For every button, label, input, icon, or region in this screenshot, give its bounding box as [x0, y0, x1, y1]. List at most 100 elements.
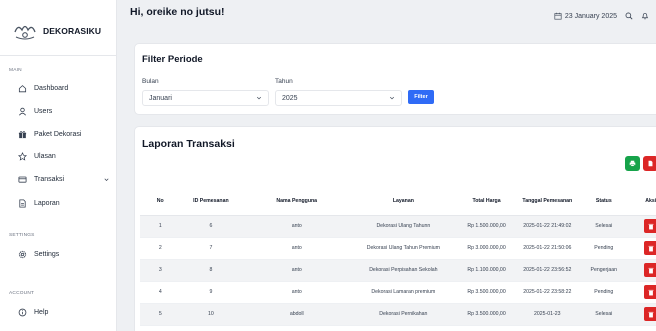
trash-icon	[648, 267, 654, 273]
filter-title: Filter Periode	[142, 54, 203, 65]
export-pdf-button[interactable]	[643, 156, 656, 171]
delete-button[interactable]	[643, 307, 656, 321]
cell-id: 7	[180, 237, 242, 260]
print-button[interactable]	[625, 156, 640, 171]
star-icon	[18, 152, 27, 161]
cell-id: 9	[180, 281, 242, 304]
cell-total: Rp 3.000.000,00	[454, 237, 519, 260]
column-header-user: Nama Pengguna	[241, 187, 353, 216]
month-select[interactable]: Januari	[142, 90, 269, 106]
table-header-row: No ID Pemesanan Nama Pengguna Layanan To…	[140, 187, 656, 216]
cell-no: 4	[140, 281, 181, 304]
brand[interactable]: DEKORASIKU	[13, 22, 101, 40]
card-icon	[18, 176, 27, 183]
cell-id: 6	[180, 215, 242, 238]
delete-button[interactable]	[643, 263, 656, 277]
document-icon	[19, 199, 26, 208]
column-header-total: Total Harga	[454, 187, 519, 216]
greeting: Hi, oreike no jutsu!	[130, 6, 225, 18]
cell-no: 1	[140, 215, 181, 238]
sidebar-item-label: Help	[34, 309, 49, 316]
cell-user: abdoll	[241, 303, 353, 326]
cell-action	[631, 303, 656, 326]
year-select[interactable]: 2025	[275, 90, 402, 106]
home-icon	[18, 85, 27, 93]
column-header-service: Layanan	[352, 187, 455, 216]
cell-no: 5	[140, 303, 181, 326]
help-icon	[18, 308, 27, 317]
cell-user: anto	[241, 281, 353, 304]
cell-id: 10	[180, 303, 242, 326]
cell-service: Dekorasi Pernikahan	[352, 303, 455, 326]
cell-service: Dekorasi Ulang Tahun Premium	[352, 237, 455, 260]
cell-service: Dekorasi Ulang Tahunn	[352, 215, 455, 238]
filter-button[interactable]: Filter	[408, 90, 434, 104]
chevron-down-icon	[389, 96, 395, 100]
sidebar-item-paket-dekorasi[interactable]: Paket Dekorasi	[18, 130, 110, 139]
column-header-id: ID Pemesanan	[180, 187, 242, 216]
cell-status: Pending	[576, 281, 632, 304]
section-account: ACCOUNT	[9, 291, 35, 296]
filter-card: Filter Periode Bulan Januari Tahun 2025 …	[134, 43, 656, 115]
year-label: Tahun	[275, 78, 293, 85]
cell-id: 8	[180, 259, 242, 282]
file-pdf-icon	[648, 160, 653, 167]
column-header-action: Aksi	[631, 187, 656, 216]
cell-status: Pengerjaan	[576, 259, 632, 282]
delete-button[interactable]	[643, 285, 656, 299]
table-row: 1 6 anto Dekorasi Ulang Tahunn Rp 1.500.…	[140, 215, 656, 238]
cell-action	[631, 281, 656, 304]
cell-user: anto	[241, 259, 353, 282]
sidebar-item-help[interactable]: Help	[18, 308, 110, 317]
sidebar-item-ulasan[interactable]: Ulasan	[18, 152, 110, 161]
cell-service: Dekorasi Perpisahan Sekolah	[352, 259, 455, 282]
sidebar-item-settings[interactable]: Settings	[18, 250, 110, 259]
trash-icon	[648, 223, 654, 229]
sidebar-item-label: Paket Dekorasi	[34, 131, 82, 138]
brand-logo-icon	[14, 25, 36, 40]
cell-date: 2025-01-22 21:49:02	[518, 215, 577, 238]
delete-button[interactable]	[643, 241, 656, 255]
sidebar-item-label: Dashboard	[34, 85, 69, 92]
sidebar-item-users[interactable]: Users	[18, 107, 110, 116]
month-label: Bulan	[142, 78, 159, 85]
cell-total: Rp 3.500.000,00	[454, 303, 519, 326]
cell-service: Dekorasi Lamaran premium	[352, 281, 455, 304]
cell-status: Selesai	[576, 303, 632, 326]
search-icon[interactable]	[625, 12, 633, 20]
sidebar-item-label: Users	[34, 108, 53, 115]
cell-no: 2	[140, 237, 181, 260]
cell-total: Rp 1.100.000,00	[454, 259, 519, 282]
sidebar-divider	[0, 55, 117, 56]
sidebar-item-transaksi[interactable]: Transaksi	[18, 175, 110, 184]
cell-user: anto	[241, 215, 353, 238]
table-row: 3 8 anto Dekorasi Perpisahan Sekolah Rp …	[140, 259, 656, 282]
section-main: MAIN	[9, 68, 22, 73]
column-header-status: Status	[576, 187, 632, 216]
table-row: 2 7 anto Dekorasi Ulang Tahun Premium Rp…	[140, 237, 656, 260]
chevron-down-icon	[256, 96, 262, 100]
cell-date: 2025-01-22 23:56:52	[518, 259, 577, 282]
cell-action	[631, 215, 656, 238]
table-row: 5 10 abdoll Dekorasi Pernikahan Rp 3.500…	[140, 303, 656, 326]
report-card: Laporan Transaksi No ID Pemesanan Nama P…	[134, 126, 656, 331]
cell-action	[631, 259, 656, 282]
trash-icon	[648, 289, 654, 295]
calendar-icon	[554, 12, 562, 20]
sidebar-item-label: Settings	[34, 251, 60, 258]
transactions-table: No ID Pemesanan Nama Pengguna Layanan To…	[140, 187, 656, 326]
gift-icon	[18, 131, 27, 139]
column-header-no: No	[140, 187, 181, 216]
table-row: 4 9 anto Dekorasi Lamaran premium Rp 3.5…	[140, 281, 656, 304]
user-icon	[19, 107, 26, 116]
section-settings: SETTINGS	[9, 233, 35, 238]
sidebar-item-dashboard[interactable]: Dashboard	[18, 84, 110, 93]
column-header-date: Tanggal Pemesanan	[518, 187, 577, 216]
bell-icon[interactable]	[641, 12, 649, 20]
brand-name: DEKORASIKU	[43, 26, 102, 36]
cell-action	[631, 237, 656, 260]
trash-icon	[648, 311, 654, 317]
delete-button[interactable]	[643, 219, 656, 233]
sidebar-item-laporan[interactable]: Laporan	[18, 199, 110, 208]
cell-no: 3	[140, 259, 181, 282]
